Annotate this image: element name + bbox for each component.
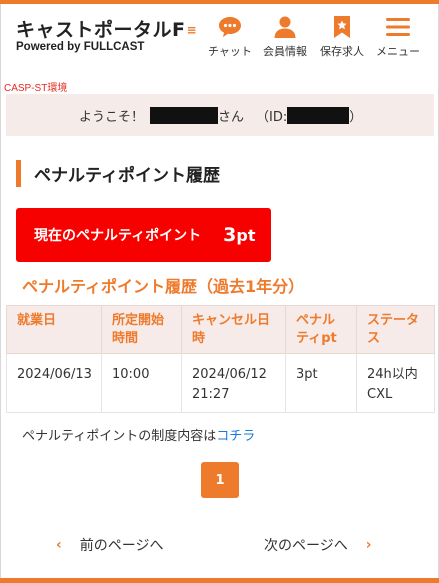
nav-menu[interactable]: メニュー [376, 14, 420, 59]
cell-start-time: 10:00 [101, 353, 182, 413]
prev-page-label: 前のページへ [79, 538, 164, 554]
nav-chat[interactable]: チャット [208, 14, 252, 59]
policy-note: ペナルティポイントの制度内容はコチラ [22, 425, 255, 444]
welcome-id-close: ） [349, 110, 363, 125]
table-row: 2024/06/13 10:00 2024/06/12 21:27 3pt 24h… [6, 353, 435, 413]
nav-menu-label: メニュー [376, 45, 420, 58]
cell-status: 24h以内 CXL [356, 353, 435, 413]
title-accent-bar [16, 160, 21, 187]
cell-penalty-pt: 3pt [285, 353, 357, 413]
col-header-status: ステータス [356, 305, 435, 354]
chat-icon [217, 14, 243, 40]
user-icon [273, 14, 297, 40]
nav-member-info-label: 会員情報 [263, 45, 307, 58]
nav-chat-label: チャット [208, 45, 252, 58]
welcome-suffix: さん [218, 110, 245, 125]
logo[interactable]: キャストポータルF≡ Powered by FULLCAST [16, 19, 197, 53]
redacted-user-name [150, 107, 219, 124]
cell-cancel-datetime: 2024/06/12 21:27 [181, 353, 286, 413]
chevron-left-icon: ‹ [56, 537, 62, 553]
history-subtitle: ペナルティポイント履歴（過去1年分） [22, 277, 305, 296]
bottom-accent-bar [0, 578, 439, 583]
welcome-banner: ようこそ！ さん （ID: ） [6, 94, 434, 136]
current-penalty-label: 現在のペナルティポイント [34, 228, 202, 244]
table-header-row: 就業日 所定開始時間 キャンセル日時 ペナルティpt ステータス [6, 305, 435, 354]
col-header-penalty-pt: ペナルティpt [285, 305, 357, 354]
hamburger-menu-icon [385, 14, 411, 40]
nav-saved-jobs-label: 保存求人 [320, 45, 364, 58]
top-accent-bar [0, 0, 439, 4]
page-title: ペナルティポイント履歴 [16, 160, 220, 187]
nav-saved-jobs[interactable]: 保存求人 [320, 14, 364, 59]
current-penalty-points-box: 現在のペナルティポイント 3pt [16, 208, 271, 262]
col-header-start-time: 所定開始時間 [101, 305, 182, 354]
welcome-id-label: （ID: [256, 110, 288, 125]
page-number-button[interactable]: 1 [201, 462, 239, 498]
penalty-history-table: 就業日 所定開始時間 キャンセル日時 ペナルティpt ステータス 2024/06… [6, 305, 435, 413]
welcome-prefix: ようこそ！ [79, 110, 145, 125]
next-page-label: 次のページへ [264, 538, 348, 554]
nav-member-info[interactable]: 会員情報 [263, 14, 307, 59]
page-title-text: ペナルティポイント履歴 [34, 166, 220, 186]
cell-work-date: 2024/06/13 [6, 353, 102, 413]
policy-note-text: ペナルティポイントの制度内容は [22, 429, 217, 444]
next-page-link[interactable]: 次のページへ › [264, 535, 372, 555]
current-penalty-value: 3pt [223, 224, 256, 246]
col-header-cancel-datetime: キャンセル日時 [181, 305, 286, 354]
col-header-work-date: 就業日 [6, 305, 102, 354]
prev-page-link[interactable]: ‹ 前のページへ [56, 535, 164, 555]
redacted-user-id [287, 107, 350, 124]
logo-title: キャストポータルF≡ [16, 19, 198, 41]
chevron-right-icon: › [365, 537, 372, 553]
bookmark-icon [332, 14, 352, 40]
policy-details-link[interactable]: コチラ [216, 429, 255, 444]
logo-powered-by: Powered by FULLCAST [16, 41, 145, 53]
environment-label: CASP-ST環境 [4, 83, 68, 94]
